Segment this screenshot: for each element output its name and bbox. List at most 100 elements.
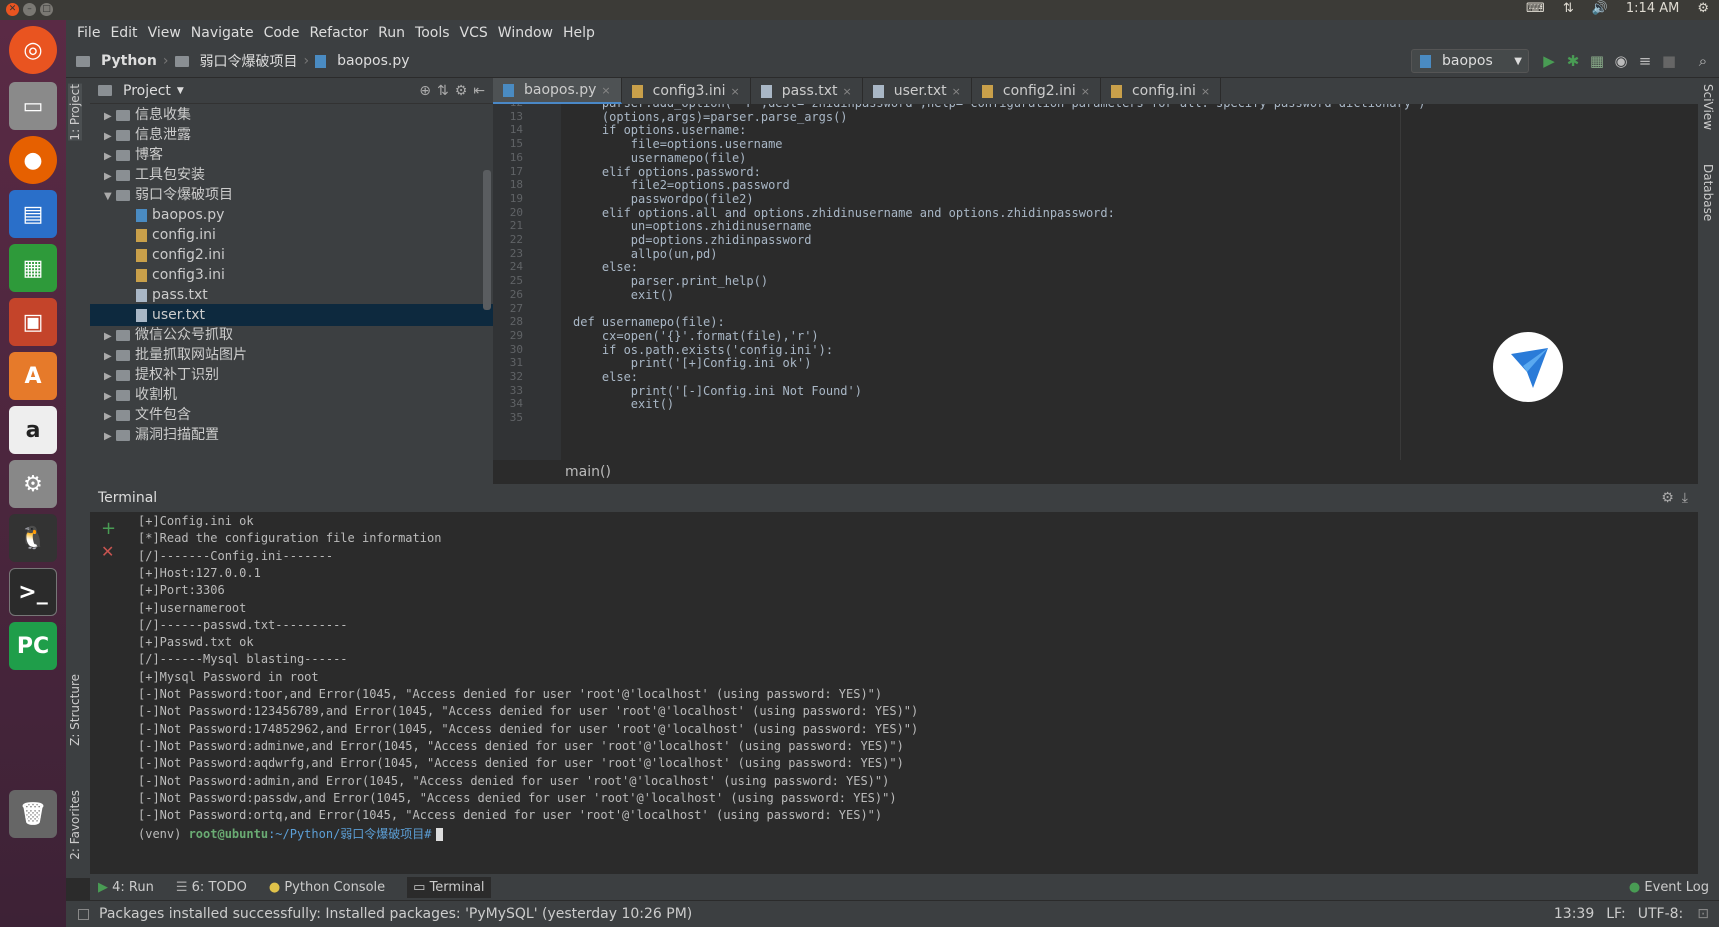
close-tab-icon[interactable]: × [952, 85, 961, 98]
menu-run[interactable]: Run [373, 25, 410, 41]
tree-folder[interactable]: ▼ 弱口令爆破项目 [90, 184, 493, 206]
keyboard-icon[interactable]: ⌨ [1526, 1, 1545, 16]
tree-folder[interactable]: ▶ 微信公众号抓取 [90, 324, 493, 346]
tree-folder[interactable]: ▶ 博客 [90, 144, 493, 166]
tab-terminal[interactable]: ▭ Terminal [407, 876, 491, 898]
tree-folder[interactable]: ▶ 信息收集 [90, 104, 493, 126]
tab-project[interactable]: 1: Project [68, 84, 82, 141]
editor-tab[interactable]: user.txt × [863, 78, 972, 104]
gear-icon[interactable]: ⚙ [455, 83, 468, 99]
menu-vcs[interactable]: VCS [455, 25, 493, 41]
build-icon[interactable]: ≡ [1637, 53, 1653, 69]
search-icon[interactable]: ⌕ [1695, 53, 1711, 69]
writer-icon[interactable]: ▤ [9, 190, 57, 238]
terminal-output[interactable]: [+]Config.ini ok [*]Read the configuratio… [126, 514, 1698, 874]
tab-todo[interactable]: ☰ 6: TODO [176, 880, 247, 895]
collapse-icon[interactable]: ⇅ [437, 83, 449, 99]
project-title[interactable]: Project [123, 83, 171, 99]
tab-favorites[interactable]: 2: Favorites [68, 790, 82, 860]
menu-window[interactable]: Window [493, 25, 558, 41]
run-icon[interactable]: ▶ [1541, 53, 1557, 69]
terminal-app-icon[interactable]: >_ [9, 568, 57, 616]
menu-navigate[interactable]: Navigate [186, 25, 259, 41]
tree-folder[interactable]: ▶ 提权补丁识别 [90, 364, 493, 386]
close-window-button[interactable]: ✕ [6, 3, 19, 16]
toggle-tool-windows-icon[interactable] [78, 908, 89, 920]
editor-tab[interactable]: config2.ini × [972, 78, 1101, 104]
gear-icon[interactable]: ⚙ [1661, 490, 1674, 506]
menu-refactor[interactable]: Refactor [304, 25, 373, 41]
file-encoding[interactable]: UTF-8: [1638, 906, 1684, 922]
editor-tab[interactable]: config.ini × [1101, 78, 1222, 104]
chevron-down-icon[interactable]: ▼ [177, 86, 184, 96]
tree-folder[interactable]: ▶ 漏洞扫描配置 [90, 424, 493, 446]
menu-edit[interactable]: Edit [105, 25, 142, 41]
volume-icon[interactable]: 🔊 [1592, 1, 1608, 16]
files-icon[interactable]: ▭ [9, 82, 57, 130]
firefox-icon[interactable]: ● [9, 136, 57, 184]
menu-tools[interactable]: Tools [410, 25, 455, 41]
stop-icon[interactable]: ■ [1661, 53, 1677, 69]
tree-folder[interactable]: ▶ 工具包安装 [90, 164, 493, 186]
tree-folder[interactable]: ▶ 收割机 [90, 384, 493, 406]
amazon-icon[interactable]: a [9, 406, 57, 454]
event-log[interactable]: ● Event Log [1629, 880, 1709, 895]
nav-file[interactable]: baopos.py [337, 53, 409, 69]
scrollbar[interactable] [483, 170, 491, 310]
calc-icon[interactable]: ▦ [9, 244, 57, 292]
chevron-right-icon[interactable]: ▶ [104, 426, 116, 448]
coverage-icon[interactable]: ▦ [1589, 53, 1605, 69]
close-tab-icon[interactable]: × [1081, 85, 1090, 98]
caret-position[interactable]: 13:39 [1554, 906, 1594, 922]
status-message[interactable]: Packages installed successfully: Install… [99, 906, 692, 922]
tab-run[interactable]: ▶ 4: Run [98, 880, 154, 895]
editor-tab[interactable]: baopos.py × [493, 78, 622, 104]
tree-file[interactable]: config2.ini [90, 244, 493, 266]
new-session-icon[interactable]: + [101, 518, 116, 539]
network-icon[interactable]: ⇅ [1563, 1, 1574, 16]
tree-file[interactable]: user.txt [90, 304, 493, 326]
nav-folder[interactable]: 弱口令爆破项目 [200, 51, 298, 71]
menu-view[interactable]: View [143, 25, 186, 41]
run-config-select[interactable]: baopos ▼ [1411, 49, 1529, 73]
menu-help[interactable]: Help [558, 25, 600, 41]
menu-file[interactable]: File [72, 25, 105, 41]
software-center-icon[interactable]: A [9, 352, 57, 400]
tree-folder[interactable]: ▶ 文件包含 [90, 404, 493, 426]
code-editor[interactable]: 1213141516171819202122232425262728293031… [493, 104, 1698, 460]
tree-file[interactable]: baopos.py [90, 204, 493, 226]
nav-root[interactable]: Python [101, 53, 157, 69]
tree-file[interactable]: config3.ini [90, 264, 493, 286]
close-tab-icon[interactable]: × [842, 85, 851, 98]
profile-icon[interactable]: ◉ [1613, 53, 1629, 69]
debug-icon[interactable]: ✱ [1565, 53, 1581, 69]
maximize-window-button[interactable]: □ [40, 3, 53, 16]
minimize-window-button[interactable]: – [23, 3, 36, 16]
impress-icon[interactable]: ▣ [9, 298, 57, 346]
trash-icon[interactable]: 🗑 [9, 790, 57, 838]
code-breadcrumb[interactable]: main() [493, 460, 1698, 484]
tab-database[interactable]: Database [1701, 164, 1715, 221]
editor-tab[interactable]: pass.txt × [751, 78, 863, 104]
pycharm-icon[interactable]: PC [9, 622, 57, 670]
terminal-prompt[interactable]: (venv) root@ubuntu:~/Python/弱口令爆破项目# [138, 825, 443, 842]
lock-icon[interactable]: ⊡ [1697, 906, 1709, 922]
tab-python-console[interactable]: ● Python Console [269, 880, 385, 895]
clock[interactable]: 1:14 AM [1626, 1, 1679, 16]
close-session-icon[interactable]: ✕ [101, 542, 114, 561]
system-settings-icon[interactable]: ⚙ [9, 460, 57, 508]
tree-folder[interactable]: ▶ 批量抓取网站图片 [90, 344, 493, 366]
close-tab-icon[interactable]: × [730, 85, 739, 98]
hide-panel-icon[interactable]: ⤓ [1682, 490, 1688, 506]
tree-folder[interactable]: ▶ 信息泄露 [90, 124, 493, 146]
tux-icon[interactable]: 🐧 [9, 514, 57, 562]
close-tab-icon[interactable]: × [1201, 85, 1210, 98]
tab-structure[interactable]: Z: Structure [68, 674, 82, 746]
editor-tab[interactable]: config3.ini × [622, 78, 751, 104]
settings-gear-icon[interactable]: ⚙ [1697, 1, 1709, 16]
menu-code[interactable]: Code [259, 25, 305, 41]
locate-icon[interactable]: ⊕ [419, 83, 431, 99]
tree-file[interactable]: config.ini [90, 224, 493, 246]
tree-file[interactable]: pass.txt [90, 284, 493, 306]
hide-icon[interactable]: ⇤ [473, 83, 485, 99]
